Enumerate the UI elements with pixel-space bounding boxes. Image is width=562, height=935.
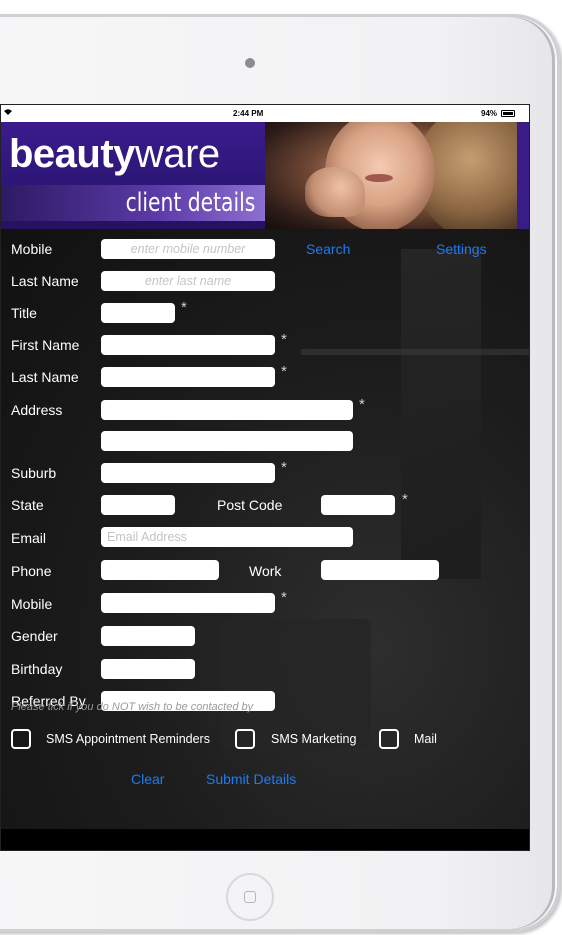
submit-details-button[interactable]: Submit Details — [206, 771, 296, 787]
post-code-label: Post Code — [217, 497, 283, 513]
photo-hand — [305, 167, 365, 217]
page-title: client details — [125, 188, 255, 218]
app-screen: 2:44 PM 94% beautyware client details Mo… — [0, 104, 530, 851]
title-label: Title — [11, 305, 37, 321]
address-label: Address — [11, 402, 63, 418]
birthday-label: Birthday — [11, 661, 63, 677]
post-code-field[interactable] — [321, 495, 395, 515]
client-form: Mobile Search Settings Last Name Title *… — [1, 229, 529, 829]
work-label: Work — [249, 563, 282, 579]
first-name-field[interactable] — [101, 335, 275, 355]
mobile-label: Mobile — [11, 596, 53, 612]
brand-bold: beauty — [9, 132, 135, 176]
required-mark: * — [281, 331, 287, 348]
subtitle-band: client details — [1, 185, 265, 221]
photo-lips — [365, 174, 393, 182]
search-mobile-input[interactable] — [101, 239, 275, 259]
search-mobile-label: Mobile — [11, 241, 53, 257]
required-mark: * — [281, 363, 287, 380]
background-salon-column — [401, 249, 481, 579]
email-label: Email — [11, 530, 47, 546]
title-field[interactable] — [101, 303, 175, 323]
required-mark: * — [359, 396, 365, 413]
contact-preference-note: Please tick if you do NOT wish to be con… — [11, 701, 254, 713]
search-last-name-input[interactable] — [101, 271, 275, 291]
search-button[interactable]: Search — [306, 241, 350, 257]
status-bar: 2:44 PM 94% — [1, 105, 529, 122]
battery-icon — [501, 110, 515, 117]
brand-logo: beautyware — [9, 132, 220, 177]
sms-reminders-checkbox[interactable] — [11, 729, 31, 749]
required-mark: * — [281, 459, 287, 476]
email-field[interactable] — [101, 527, 353, 547]
home-button[interactable] — [226, 873, 274, 921]
address-line2-field[interactable] — [101, 431, 353, 451]
search-last-name-label: Last Name — [11, 273, 79, 289]
brand-regular: ware — [134, 132, 220, 176]
battery-percentage: 94% — [481, 109, 498, 118]
sms-marketing-checkbox[interactable] — [235, 729, 255, 749]
birthday-field[interactable] — [101, 659, 195, 679]
logo-panel: beautyware client details — [1, 122, 265, 229]
work-phone-field[interactable] — [321, 560, 439, 580]
header-photo — [265, 122, 529, 229]
status-time: 2:44 PM — [233, 109, 264, 118]
required-mark: * — [281, 589, 287, 606]
required-mark: * — [402, 491, 408, 508]
state-field[interactable] — [101, 495, 175, 515]
address-line1-field[interactable] — [101, 400, 353, 420]
front-camera-icon — [245, 58, 255, 68]
settings-button[interactable]: Settings — [436, 241, 487, 257]
background-salon-shelf — [301, 349, 529, 355]
mail-checkbox[interactable] — [379, 729, 399, 749]
sms-marketing-label: SMS Marketing — [271, 732, 357, 746]
required-mark: * — [181, 299, 187, 316]
gender-field[interactable] — [101, 626, 195, 646]
mail-label: Mail — [414, 732, 437, 746]
photo-accent-strip — [517, 122, 529, 229]
last-name-field[interactable] — [101, 367, 275, 387]
app-header: beautyware client details — [1, 122, 529, 229]
phone-field[interactable] — [101, 560, 219, 580]
screen-bottom-bar — [1, 829, 529, 850]
suburb-field[interactable] — [101, 463, 275, 483]
gender-label: Gender — [11, 628, 58, 644]
state-label: State — [11, 497, 44, 513]
wifi-icon — [3, 108, 13, 118]
mobile-field[interactable] — [101, 593, 275, 613]
last-name-label: Last Name — [11, 369, 79, 385]
first-name-label: First Name — [11, 337, 80, 353]
suburb-label: Suburb — [11, 465, 57, 481]
phone-label: Phone — [11, 563, 52, 579]
sms-reminders-label: SMS Appointment Reminders — [46, 732, 210, 746]
home-square-icon — [244, 891, 256, 903]
stage: 2:44 PM 94% beautyware client details Mo… — [0, 0, 562, 935]
clear-button[interactable]: Clear — [131, 771, 164, 787]
